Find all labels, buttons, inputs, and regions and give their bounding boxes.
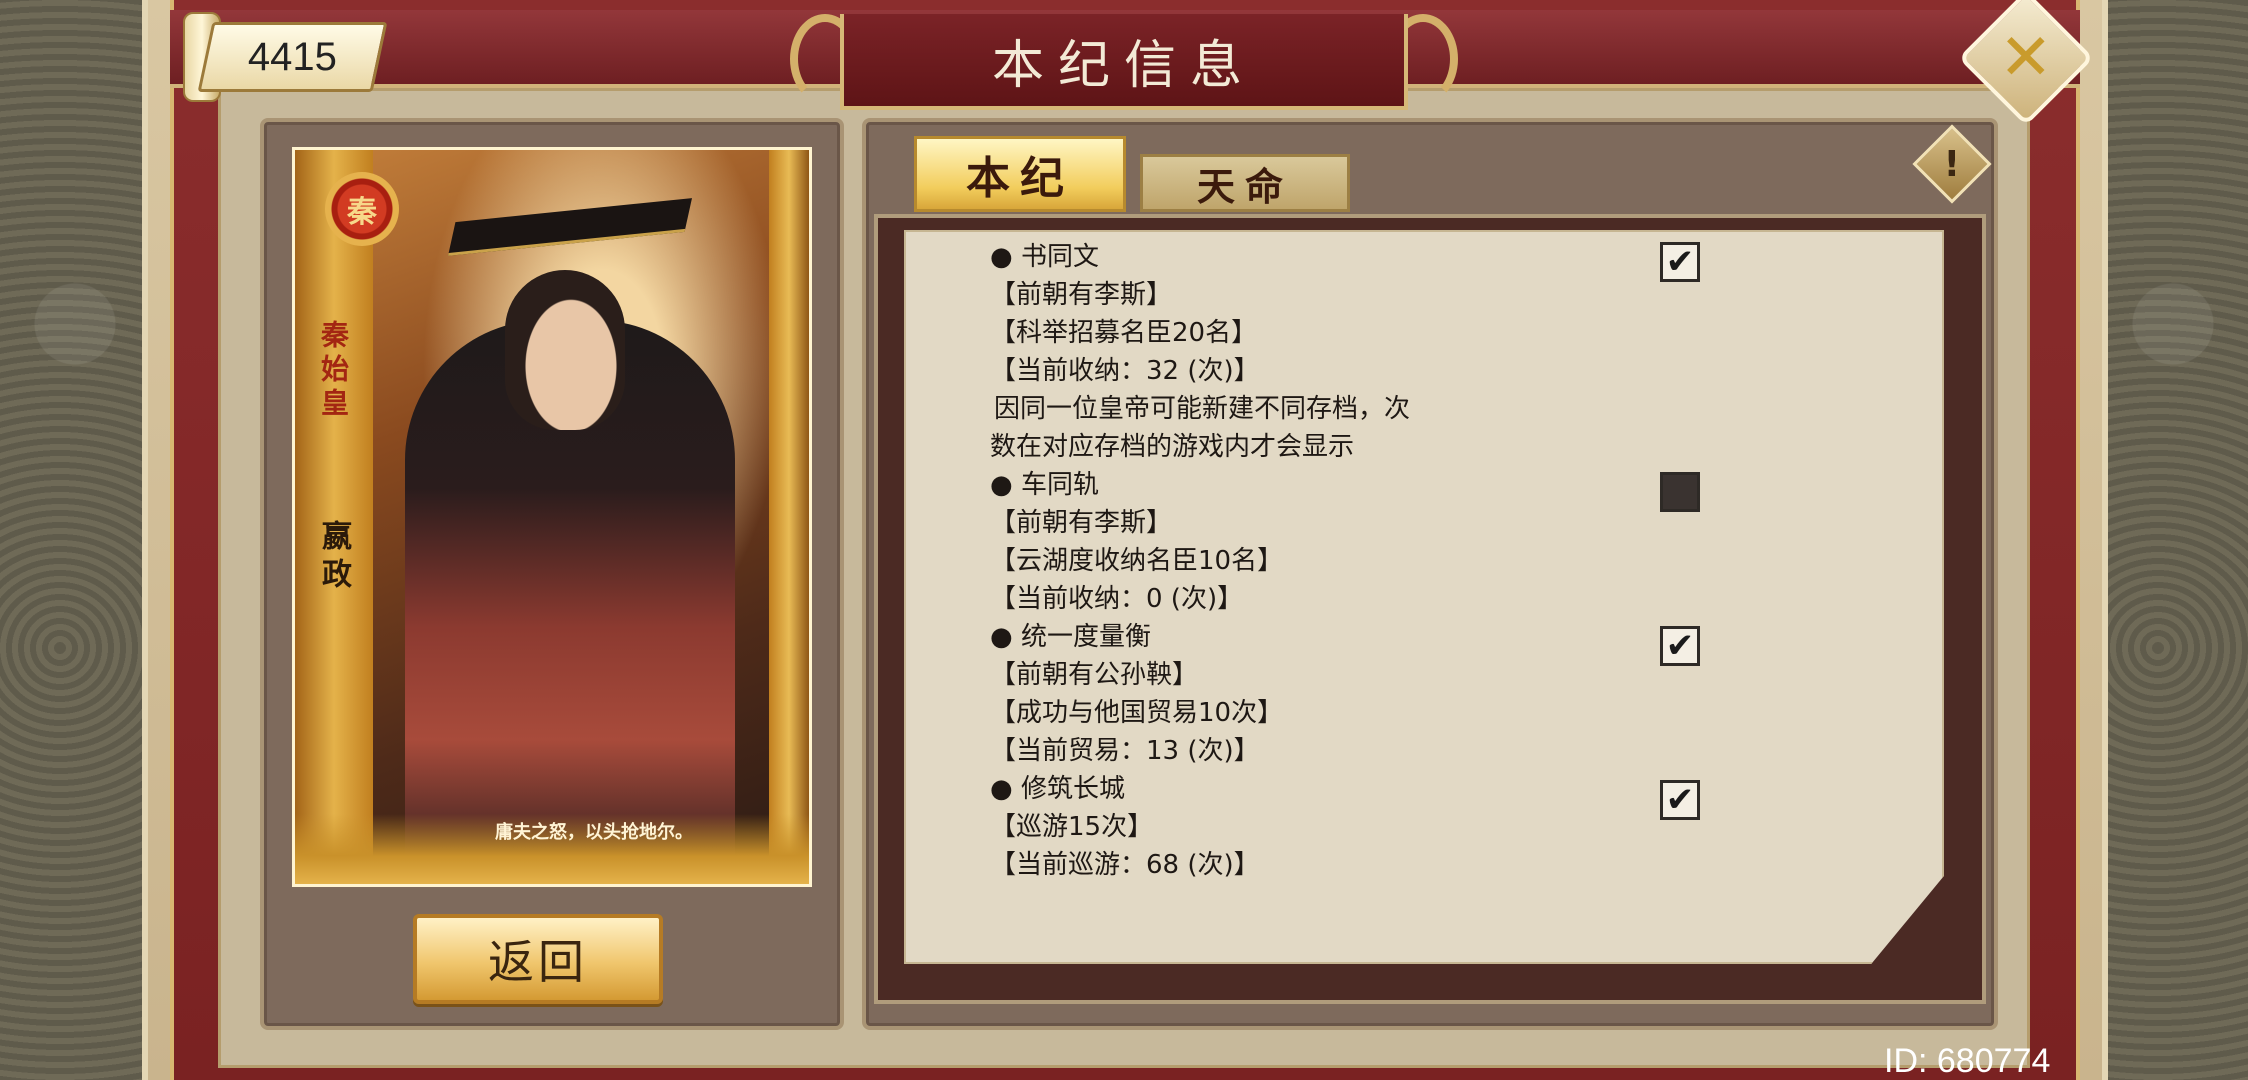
- entry-condition: 【巡游15次】: [990, 812, 1154, 842]
- page-title: 本纪信息: [991, 35, 1256, 96]
- checkmark-icon: ✔: [1665, 780, 1695, 820]
- entry-progress: 【当前贸易：13 (次)】: [990, 736, 1260, 766]
- warning-icon: !: [1943, 143, 1961, 185]
- entry-condition: 【前朝有李斯】: [990, 508, 1173, 538]
- dynasty-seal-icon: 秦: [325, 172, 399, 246]
- user-id: ID: 680774: [1884, 1042, 2051, 1080]
- entry-title: ● 车同轨: [990, 470, 1099, 500]
- tab-benji[interactable]: 本纪: [914, 136, 1126, 212]
- checkmark-icon: ✔: [1665, 626, 1695, 666]
- entry-condition: 【前朝有公孙鞅】: [990, 660, 1199, 690]
- emperor-name-vertical: 嬴政: [316, 520, 351, 596]
- entry-progress: 【当前巡游：68 (次)】: [990, 850, 1260, 880]
- entry-title: ● 修筑长城: [990, 774, 1125, 804]
- close-icon: ✕: [1999, 21, 2053, 95]
- score-plaque: 4415: [197, 22, 388, 92]
- entry-progress: 【当前收纳：32 (次)】: [990, 356, 1260, 386]
- left-decorative-border: [0, 0, 150, 1080]
- score-value: 4415: [248, 34, 337, 79]
- emperor-quote: 庸夫之怒，以头抢地尔。: [495, 822, 693, 843]
- emperor-portrait-card: 秦 秦始皇 嬴政 庸夫之怒，以头抢地尔。: [292, 147, 812, 887]
- right-decorative-border: [2098, 0, 2248, 1080]
- back-button-label: 返回: [488, 935, 588, 989]
- list-item: ● 车同轨 【前朝有李斯】 【云湖度收纳名臣10名】 【当前收纳：0 (次)】: [990, 466, 1750, 618]
- entry-note: 数在对应存档的游戏内才会显示: [990, 432, 1355, 462]
- checkmark-icon: ✔: [1665, 242, 1695, 282]
- list-item: ● 修筑长城 【巡游15次】 【当前巡游：68 (次)】: [990, 770, 1750, 884]
- entry-checkbox-changcheng[interactable]: ✔: [1660, 780, 1700, 820]
- tab-tianming[interactable]: 天命: [1140, 154, 1350, 212]
- card-gold-border-right: [769, 150, 809, 884]
- title-cartouche: 本纪信息: [840, 14, 1408, 110]
- emperor-title-vertical: 秦始皇: [317, 320, 350, 422]
- card-gold-border-left: [295, 150, 373, 884]
- entry-checkbox-shutongwen[interactable]: ✔: [1660, 242, 1700, 282]
- back-button[interactable]: 返回: [413, 914, 663, 1004]
- seal-char: 秦: [347, 195, 377, 230]
- entry-condition: 【云湖度收纳名臣10名】: [990, 546, 1284, 576]
- entry-title: ● 书同文: [990, 242, 1099, 272]
- entry-condition: 【成功与他国贸易10次】: [990, 698, 1284, 728]
- entry-checkbox-chetonggui[interactable]: [1660, 472, 1700, 512]
- entry-condition: 【科举招募名臣20名】: [990, 318, 1258, 348]
- list-item: ● 统一度量衡 【前朝有公孙鞅】 【成功与他国贸易10次】 【当前贸易：13 (…: [990, 618, 1750, 770]
- entry-checkbox-duliangheng[interactable]: ✔: [1660, 626, 1700, 666]
- list-item: ● 书同文 【前朝有李斯】 【科举招募名臣20名】 【当前收纳：32 (次)】 …: [990, 238, 1750, 466]
- entry-condition: 【前朝有李斯】: [990, 280, 1173, 310]
- achievement-list: ● 书同文 【前朝有李斯】 【科举招募名臣20名】 【当前收纳：32 (次)】 …: [990, 238, 1750, 884]
- emperor-head: [505, 270, 625, 430]
- entry-title: ● 统一度量衡: [990, 622, 1151, 652]
- emperor-crown: [448, 198, 692, 256]
- entry-note: 因同一位皇帝可能新建不同存档，次: [994, 394, 1411, 424]
- entry-progress: 【当前收纳：0 (次)】: [990, 584, 1244, 614]
